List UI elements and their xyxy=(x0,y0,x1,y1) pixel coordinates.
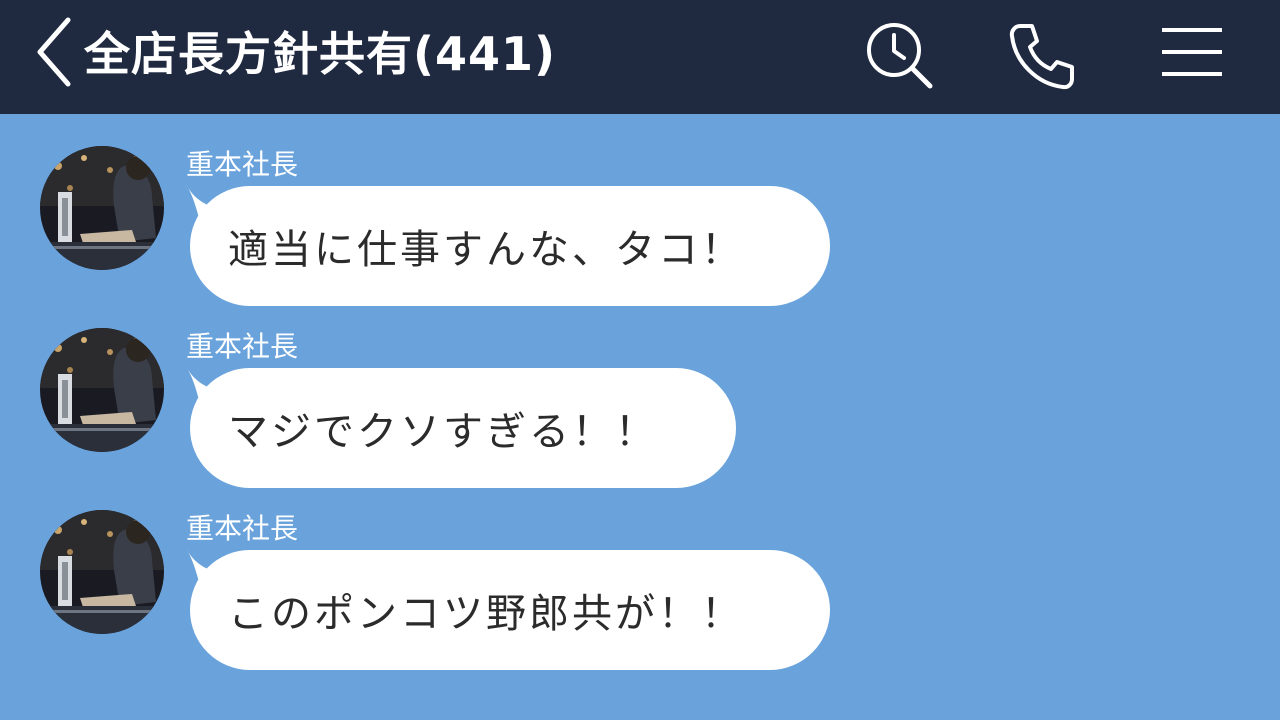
chat-message: 重本社長 マジでクソすぎる！！ xyxy=(40,328,860,488)
sender-name: 重本社長 xyxy=(186,330,299,363)
back-button[interactable] xyxy=(30,14,78,90)
phone-icon xyxy=(1009,24,1074,90)
sender-name: 重本社長 xyxy=(186,512,299,545)
message-text: 適当に仕事すんな、タコ！ xyxy=(228,227,744,273)
menu-button[interactable] xyxy=(1156,20,1228,92)
chat-header: 全店長方針共有(441) xyxy=(0,0,1280,114)
chat-title: 全店長方針共有(441) xyxy=(84,27,557,81)
avatar-photo xyxy=(40,328,164,452)
avatar[interactable] xyxy=(40,328,164,452)
message-text: このポンコツ野郎共が！！ xyxy=(228,591,744,637)
chat-message: 重本社長 適当に仕事すんな、タコ！ xyxy=(40,146,860,306)
chevron-left-icon xyxy=(37,17,71,87)
message-text: マジでクソすぎる！！ xyxy=(228,409,658,455)
chat-message: 重本社長 このポンコツ野郎共が！！ xyxy=(40,510,860,670)
search-button[interactable] xyxy=(864,20,936,92)
avatar-photo xyxy=(40,510,164,634)
search-icon xyxy=(867,23,933,89)
message-bubble[interactable]: マジでクソすぎる！！ xyxy=(190,368,736,488)
avatar[interactable] xyxy=(40,146,164,270)
avatar[interactable] xyxy=(40,510,164,634)
chat-screen: 全店長方針共有(441) 重本社長 適当に仕事すんな、タコ！ 重本社長 マジでク… xyxy=(0,0,1280,720)
sender-name: 重本社長 xyxy=(186,148,299,181)
avatar-photo xyxy=(40,146,164,270)
call-button[interactable] xyxy=(1006,20,1078,92)
menu-icon xyxy=(1162,28,1222,76)
message-bubble[interactable]: 適当に仕事すんな、タコ！ xyxy=(190,186,830,306)
message-bubble[interactable]: このポンコツ野郎共が！！ xyxy=(190,550,830,670)
